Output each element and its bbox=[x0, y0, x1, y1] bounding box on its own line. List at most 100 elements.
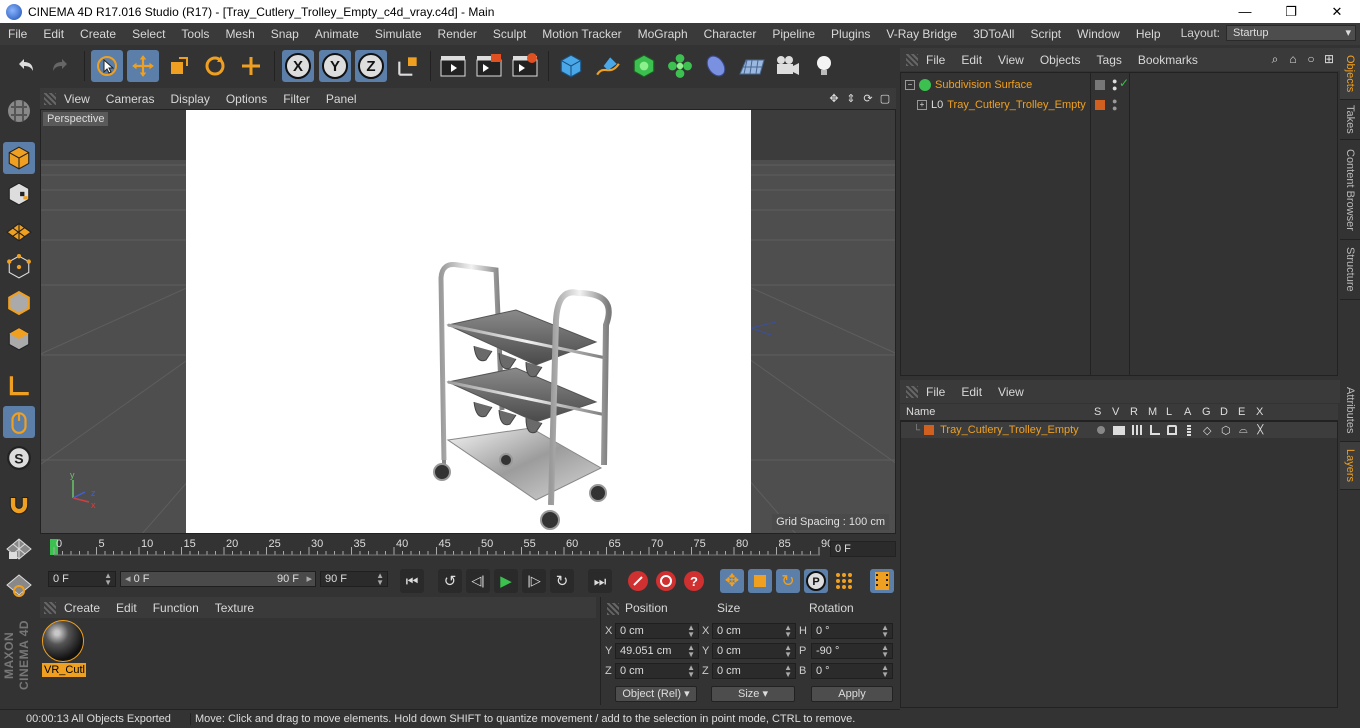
position-x-field[interactable]: 0 cm ▲ ▼ bbox=[615, 623, 699, 639]
live-selection-button[interactable] bbox=[91, 50, 123, 82]
material-menu-create[interactable]: Create bbox=[56, 601, 108, 615]
planar-workplane-button[interactable] bbox=[3, 569, 35, 601]
frame-range-slider[interactable]: ◂ 0 F 90 F ▸ bbox=[120, 571, 316, 587]
x-axis-lock-button[interactable]: X bbox=[282, 50, 314, 82]
menu-mograph[interactable]: MoGraph bbox=[630, 27, 696, 41]
manager-toggle-icon[interactable] bbox=[1150, 425, 1160, 435]
deformer-toggle-icon[interactable]: ⬡ bbox=[1221, 424, 1231, 437]
search-icon[interactable]: ⌕ bbox=[1268, 52, 1282, 66]
col-animation[interactable]: A bbox=[1184, 406, 1191, 418]
visibility-dots-icon[interactable]: ● ● bbox=[1112, 77, 1117, 93]
next-key-button[interactable]: ↻ bbox=[550, 569, 574, 593]
magnet-button[interactable] bbox=[3, 488, 35, 520]
light-button[interactable] bbox=[808, 50, 840, 82]
edges-mode-button[interactable] bbox=[3, 287, 35, 319]
undo-button[interactable] bbox=[9, 50, 41, 82]
start-frame-field[interactable]: 0 F ▲ ▼ bbox=[48, 571, 116, 587]
record-keys-button[interactable] bbox=[626, 569, 650, 593]
tab-structure[interactable]: Structure bbox=[1340, 240, 1360, 300]
size-y-field[interactable]: 0 cm ▲ ▼ bbox=[712, 643, 796, 659]
material-swatch[interactable]: VR_Cutl bbox=[42, 620, 86, 680]
rotation-b-field[interactable]: 0 ° ▲ ▼ bbox=[811, 663, 893, 679]
camera-button[interactable] bbox=[772, 50, 804, 82]
position-y-field[interactable]: 49.051 cm ▲ ▼ bbox=[615, 643, 699, 659]
make-editable-button[interactable] bbox=[3, 95, 35, 127]
y-axis-lock-button[interactable]: Y bbox=[319, 50, 351, 82]
snapping-button[interactable]: S bbox=[3, 442, 35, 474]
autokey-button[interactable] bbox=[654, 569, 678, 593]
axis-mode-button[interactable] bbox=[3, 370, 35, 402]
size-x-field[interactable]: 0 cm ▲ ▼ bbox=[712, 623, 796, 639]
redo-button[interactable] bbox=[45, 50, 77, 82]
maximize-button[interactable]: ❐ bbox=[1268, 0, 1314, 23]
menu-mesh[interactable]: Mesh bbox=[217, 27, 262, 41]
object-menu-edit[interactable]: Edit bbox=[953, 53, 990, 67]
perspective-viewport[interactable]: y x z Perspective Grid Spacing: 100 cm bbox=[40, 109, 896, 534]
layer-color-icon[interactable] bbox=[1095, 99, 1105, 110]
col-locked[interactable]: L bbox=[1166, 406, 1172, 418]
go-to-start-button[interactable]: ⏮ bbox=[400, 569, 424, 593]
floor-button[interactable] bbox=[736, 50, 768, 82]
coordinate-system-button[interactable] bbox=[392, 50, 424, 82]
menu-sculpt[interactable]: Sculpt bbox=[485, 27, 534, 41]
col-generators[interactable]: G bbox=[1202, 406, 1211, 418]
object-menu-view[interactable]: View bbox=[990, 53, 1032, 67]
layer-tag-icon[interactable] bbox=[1095, 79, 1105, 90]
previous-frame-button[interactable]: ◁| bbox=[466, 569, 490, 593]
menu-script[interactable]: Script bbox=[1022, 27, 1069, 41]
home-icon[interactable]: ⌂ bbox=[1286, 52, 1300, 66]
viewport-menu-panel[interactable]: Panel bbox=[318, 92, 365, 106]
pen-spline-button[interactable] bbox=[592, 50, 624, 82]
render-toggle-icon[interactable] bbox=[1132, 425, 1143, 435]
material-menu-texture[interactable]: Texture bbox=[207, 601, 262, 615]
tab-attributes[interactable]: Attributes bbox=[1340, 380, 1360, 442]
rotation-p-field[interactable]: -90 ° ▲ ▼ bbox=[811, 643, 893, 659]
layer-row[interactable]: └ Tray_Cutlery_Trolley_Empty ◇ ⬡ ⌓ ᚷ bbox=[901, 422, 1337, 438]
viewport-zoom-icon[interactable]: ⇕ bbox=[844, 91, 858, 105]
menu-create[interactable]: Create bbox=[72, 27, 124, 41]
tweak-mode-button[interactable] bbox=[3, 406, 35, 438]
deformer-button[interactable] bbox=[700, 50, 732, 82]
object-menu-tags[interactable]: Tags bbox=[1089, 53, 1130, 67]
rotation-h-field[interactable]: 0 ° ▲ ▼ bbox=[811, 623, 893, 639]
collapse-toggle-icon[interactable]: − bbox=[905, 79, 915, 90]
object-menu-file[interactable]: File bbox=[918, 53, 953, 67]
col-name[interactable]: Name bbox=[906, 406, 935, 418]
current-frame-field[interactable]: 0 F bbox=[830, 541, 896, 557]
menu-tools[interactable]: Tools bbox=[173, 27, 217, 41]
menu-snap[interactable]: Snap bbox=[263, 27, 307, 41]
menu-help[interactable]: Help bbox=[1128, 27, 1169, 41]
menu-window[interactable]: Window bbox=[1069, 27, 1128, 41]
viewport-menu-options[interactable]: Options bbox=[218, 92, 275, 106]
workplane-lock-button[interactable] bbox=[3, 533, 35, 565]
workplane-mode-button[interactable] bbox=[3, 214, 35, 246]
menu-edit[interactable]: Edit bbox=[35, 27, 72, 41]
visibility-dots-icon[interactable]: ● ● bbox=[1112, 97, 1117, 113]
expression-toggle-icon[interactable]: ⌓ bbox=[1239, 424, 1248, 437]
viewport-rotate-icon[interactable]: ⟳ bbox=[861, 91, 875, 105]
menu-plugins[interactable]: Plugins bbox=[823, 27, 878, 41]
object-menu-objects[interactable]: Objects bbox=[1032, 53, 1089, 67]
key-scale-button[interactable] bbox=[748, 569, 772, 593]
close-button[interactable]: ✕ bbox=[1314, 0, 1360, 23]
polygons-mode-button[interactable] bbox=[3, 323, 35, 355]
menu-file[interactable]: File bbox=[0, 27, 35, 41]
viewport-menu-display[interactable]: Display bbox=[162, 92, 217, 106]
size-z-field[interactable]: 0 cm ▲ ▼ bbox=[712, 663, 796, 679]
go-to-end-button[interactable]: ⏭ bbox=[588, 569, 612, 593]
animation-toggle-icon[interactable] bbox=[1187, 424, 1191, 436]
key-position-button[interactable]: ✥ bbox=[720, 569, 744, 593]
move-tool-button[interactable] bbox=[127, 50, 159, 82]
layout-dropdown[interactable]: Startup bbox=[1226, 25, 1356, 41]
menu-select[interactable]: Select bbox=[124, 27, 173, 41]
coordinate-mode-dropdown[interactable]: Object (Rel) ▾ bbox=[615, 686, 697, 702]
new-panel-icon[interactable]: ⊞ bbox=[1322, 52, 1336, 66]
render-picture-viewer-button[interactable] bbox=[473, 50, 505, 82]
layer-color-swatch[interactable] bbox=[924, 425, 935, 435]
scale-tool-button[interactable] bbox=[163, 50, 195, 82]
tab-objects[interactable]: Objects bbox=[1340, 48, 1360, 100]
cloner-button[interactable] bbox=[664, 50, 696, 82]
menu-simulate[interactable]: Simulate bbox=[367, 27, 430, 41]
rotate-tool-button[interactable] bbox=[199, 50, 231, 82]
keyframe-selection-button[interactable]: ? bbox=[682, 569, 706, 593]
